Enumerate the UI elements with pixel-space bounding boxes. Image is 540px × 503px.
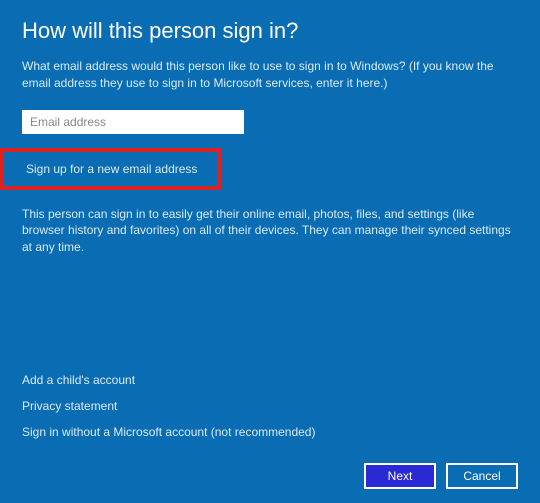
add-child-account-link[interactable]: Add a child's account <box>22 373 518 387</box>
signup-new-email-link[interactable]: Sign up for a new email address <box>26 162 197 176</box>
page-title: How will this person sign in? <box>22 18 518 44</box>
instruction-text: What email address would this person lik… <box>22 58 518 92</box>
email-field[interactable] <box>22 110 244 134</box>
sign-in-without-ms-link[interactable]: Sign in without a Microsoft account (not… <box>22 425 518 439</box>
cancel-button[interactable]: Cancel <box>446 463 518 489</box>
signup-highlight: Sign up for a new email address <box>0 148 221 190</box>
info-text: This person can sign in to easily get th… <box>22 206 518 256</box>
next-button[interactable]: Next <box>364 463 436 489</box>
privacy-statement-link[interactable]: Privacy statement <box>22 399 518 413</box>
